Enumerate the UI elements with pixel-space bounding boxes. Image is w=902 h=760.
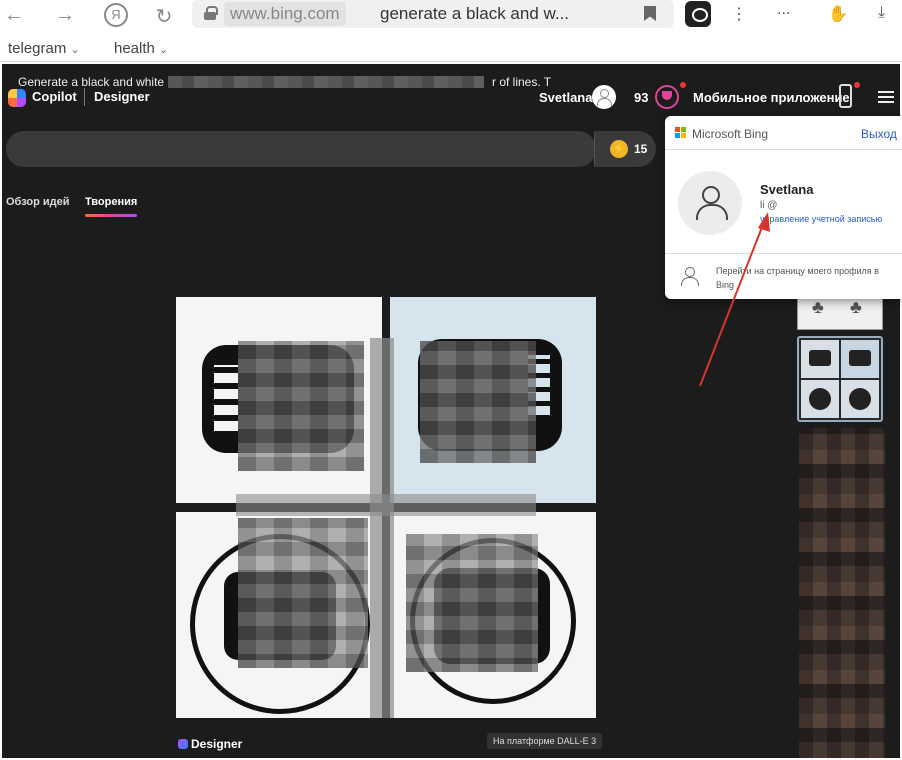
thumbnail-image — [841, 380, 879, 418]
menu-icon[interactable] — [878, 91, 894, 103]
forward-icon[interactable]: → — [54, 4, 76, 27]
prompt-text: Generate a black and white — [18, 75, 165, 89]
header-username[interactable]: Svetlana — [539, 90, 592, 105]
trophy-icon[interactable] — [655, 85, 679, 109]
extensions-menu[interactable]: ... — [777, 1, 790, 19]
avatar[interactable] — [592, 85, 616, 109]
history-thumbnails-blurred[interactable] — [799, 428, 885, 758]
brand-divider — [84, 88, 85, 106]
pixelated-region — [238, 341, 364, 471]
divider — [665, 253, 902, 254]
provider-name: Microsoft Bing — [692, 127, 769, 141]
thumbnail-image — [801, 340, 839, 378]
profile-icon — [681, 267, 699, 286]
address-query: generate a black and w... — [380, 4, 570, 23]
pixelated-region — [420, 341, 536, 463]
address-domain: www.bing.com — [224, 2, 346, 26]
microsoft-logo-icon — [675, 127, 687, 139]
address-bar[interactable]: www.bing.com generate a black and w... — [192, 0, 674, 28]
history-thumbnail[interactable]: ♣ ♣ — [797, 294, 883, 330]
chat-icon[interactable] — [685, 1, 711, 27]
lock-icon — [204, 6, 218, 20]
popup-email: li @ — [760, 200, 778, 211]
history-thumbnail-selected[interactable] — [797, 336, 883, 422]
pixelated-region — [238, 518, 368, 668]
mobile-app-link[interactable]: Мобильное приложение — [693, 90, 850, 105]
card-stripes — [214, 365, 238, 431]
designer-logo-icon — [178, 739, 188, 749]
profile-page-link[interactable]: Перейти на страницу моего профиля в Bing — [716, 264, 898, 292]
boost-icon: ⚡ — [610, 140, 628, 158]
active-tab-indicator — [85, 214, 137, 217]
pixelated-region — [406, 534, 538, 672]
yandex-icon[interactable]: Я — [104, 3, 128, 27]
brand-name[interactable]: Copilot — [32, 89, 77, 104]
pixelated-divider — [370, 338, 394, 718]
thumbnail-image — [801, 380, 839, 418]
prompt-text-tail: r of lines. T — [492, 75, 552, 89]
chevron-down-icon: ⌄ — [158, 44, 169, 56]
bookmark-icon[interactable] — [644, 6, 656, 21]
bookmarks-bar: telegram ⌄ health ⌄ — [0, 36, 902, 62]
designer-footer-logo: Designer — [178, 737, 242, 751]
bookmark-folder-health[interactable]: health ⌄ — [114, 40, 168, 57]
boost-count: 15 — [634, 142, 648, 156]
dalle-badge: На платформе DALL-E 3 — [487, 733, 603, 749]
tree-icon: ♣ — [850, 297, 862, 317]
account-popup: Microsoft Bing Выход Svetlana li @ управ… — [665, 116, 902, 299]
tab-ideas[interactable]: Обзор идей — [6, 196, 70, 208]
notification-dot — [680, 82, 686, 88]
tab-creations[interactable]: Творения — [85, 196, 137, 208]
avatar — [678, 171, 742, 235]
bookmark-folder-telegram[interactable]: telegram ⌄ — [8, 40, 80, 57]
prompt-input[interactable] — [6, 131, 596, 167]
prompt-redacted — [168, 76, 484, 88]
reload-icon[interactable]: ↻ — [153, 4, 175, 29]
thumbnail-image — [841, 340, 879, 378]
prompt-divider — [594, 134, 595, 164]
manage-account-link[interactable]: управление учетной записью — [760, 214, 882, 224]
product-name[interactable]: Designer — [94, 89, 150, 104]
phone-icon[interactable] — [839, 84, 852, 108]
download-icon[interactable]: ⤓ — [878, 4, 885, 22]
browser-toolbar: ← → Я ↻ www.bing.com generate a black an… — [0, 0, 902, 32]
logout-link[interactable]: Выход — [861, 127, 897, 141]
rewards-points[interactable]: 93 — [634, 90, 648, 105]
popup-username: Svetlana — [760, 182, 814, 197]
back-icon[interactable]: ← — [3, 4, 25, 27]
tree-icon: ♣ — [812, 297, 824, 317]
notification-dot — [854, 82, 860, 88]
extension-icon[interactable]: ✋ — [828, 4, 848, 24]
chevron-down-icon: ⌄ — [70, 44, 80, 56]
divider — [665, 149, 902, 150]
more-menu-icon[interactable]: ⋮ — [731, 4, 747, 24]
pixelated-divider — [236, 494, 536, 516]
copilot-logo-icon[interactable] — [8, 89, 26, 107]
